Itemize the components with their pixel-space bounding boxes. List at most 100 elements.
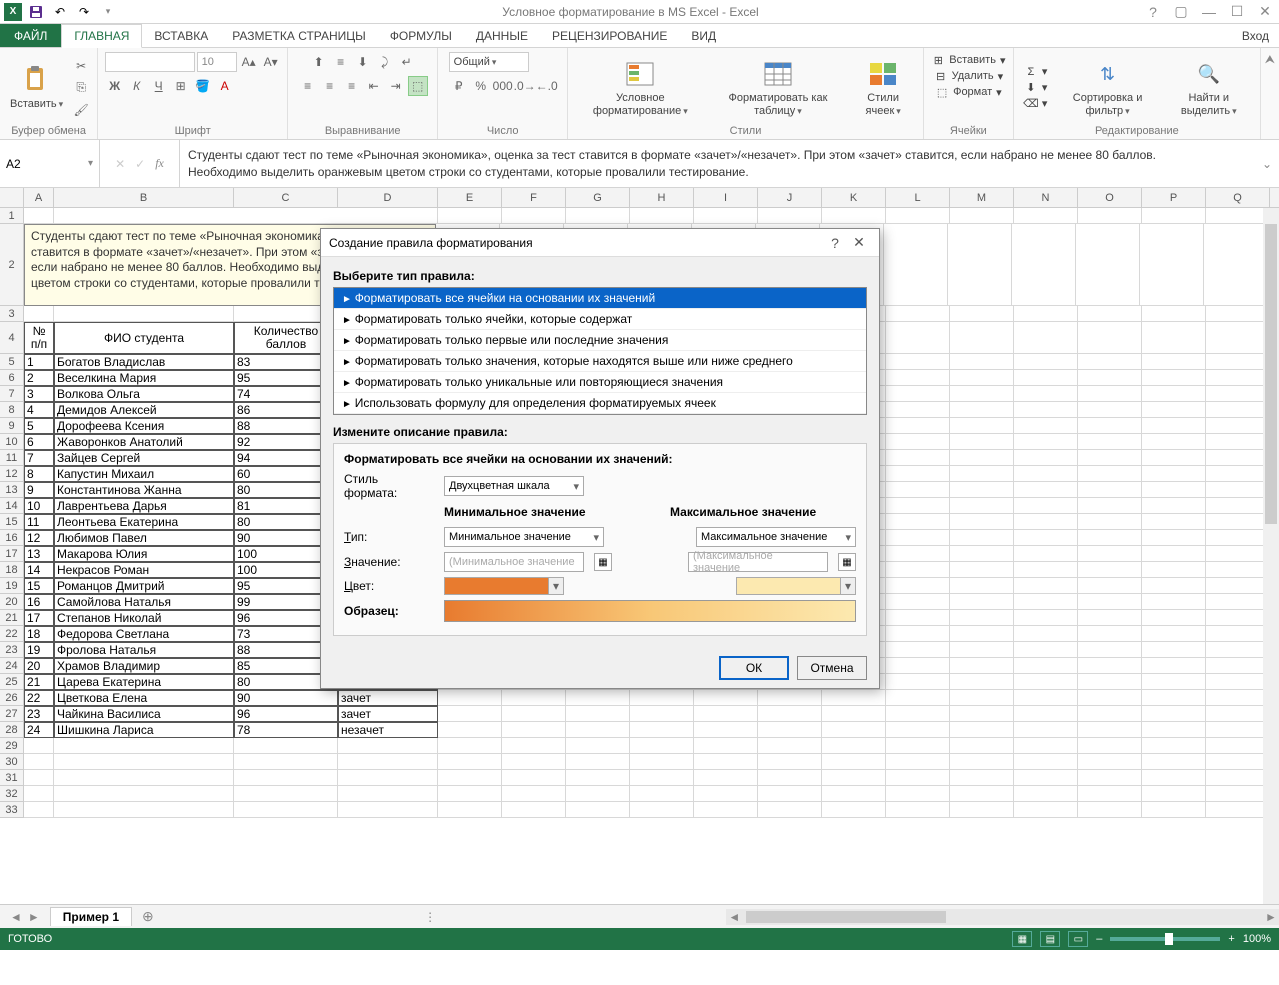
clear-button[interactable]: ⌫▾ [1020, 96, 1052, 112]
row-header[interactable]: 2 [0, 224, 24, 306]
row-header[interactable]: 31 [0, 770, 24, 786]
cell[interactable] [566, 722, 630, 738]
cell[interactable] [886, 754, 950, 770]
cell[interactable] [950, 322, 1014, 354]
cell[interactable] [822, 770, 886, 786]
cell[interactable] [886, 706, 950, 722]
cell[interactable]: Федорова Светлана [54, 626, 234, 642]
cell[interactable] [1078, 402, 1142, 418]
cell[interactable]: Демидов Алексей [54, 402, 234, 418]
cell[interactable] [1206, 530, 1270, 546]
cell[interactable]: незачет [338, 722, 438, 738]
cell[interactable] [886, 322, 950, 354]
decrease-font-icon[interactable]: A▾ [261, 52, 281, 72]
cell[interactable] [950, 498, 1014, 514]
view-page-layout-icon[interactable]: ▤ [1040, 931, 1060, 947]
cell[interactable] [1206, 690, 1270, 706]
cell[interactable] [1142, 402, 1206, 418]
cell[interactable] [1206, 770, 1270, 786]
cell[interactable] [54, 208, 438, 224]
cell[interactable] [1014, 658, 1078, 674]
cell[interactable] [1078, 738, 1142, 754]
cell[interactable] [1078, 514, 1142, 530]
select-all-corner[interactable] [0, 188, 24, 207]
cell[interactable] [886, 546, 950, 562]
cell[interactable]: 5 [24, 418, 54, 434]
max-color-picker[interactable] [736, 577, 856, 595]
cell[interactable] [54, 306, 234, 322]
row-header[interactable]: 1 [0, 208, 24, 224]
insert-cells-button[interactable]: ⊞Вставить ▾ [927, 52, 1009, 68]
col-header-H[interactable]: H [630, 188, 694, 207]
cell[interactable] [694, 786, 758, 802]
sign-in-link[interactable]: Вход [1232, 24, 1279, 47]
cell[interactable]: 4 [24, 402, 54, 418]
cell[interactable] [566, 770, 630, 786]
cell[interactable]: 19 [24, 642, 54, 658]
percent-icon[interactable]: % [471, 76, 491, 96]
rule-type-item[interactable]: Форматировать только первые или последни… [334, 330, 866, 351]
cell[interactable]: Царева Екатерина [54, 674, 234, 690]
cell[interactable] [1142, 658, 1206, 674]
cell[interactable] [886, 562, 950, 578]
tab-формулы[interactable]: ФОРМУЛЫ [378, 24, 464, 47]
row-header[interactable]: 14 [0, 498, 24, 514]
cell[interactable] [1206, 562, 1270, 578]
cell[interactable]: № п/п [24, 322, 54, 354]
cell[interactable]: 7 [24, 450, 54, 466]
cell[interactable] [1206, 738, 1270, 754]
cell[interactable] [886, 354, 950, 370]
cell[interactable] [886, 786, 950, 802]
cell[interactable] [1206, 450, 1270, 466]
align-bottom-icon[interactable]: ⬇ [353, 52, 373, 72]
cell[interactable]: 11 [24, 514, 54, 530]
cell[interactable] [24, 208, 54, 224]
row-header[interactable]: 19 [0, 578, 24, 594]
cell[interactable] [234, 786, 338, 802]
cell[interactable] [1142, 674, 1206, 690]
tab-рецензирование[interactable]: РЕЦЕНЗИРОВАНИЕ [540, 24, 679, 47]
cell[interactable] [886, 610, 950, 626]
cell[interactable]: Некрасов Роман [54, 562, 234, 578]
row-header[interactable]: 30 [0, 754, 24, 770]
cell[interactable] [54, 754, 234, 770]
cell[interactable] [1014, 354, 1078, 370]
format-style-combo[interactable]: Двухцветная шкала [444, 476, 584, 496]
cell[interactable] [1204, 224, 1268, 306]
cell[interactable] [950, 562, 1014, 578]
cell[interactable] [694, 754, 758, 770]
cell[interactable]: Константинова Жанна [54, 482, 234, 498]
cell[interactable] [24, 306, 54, 322]
min-value-input[interactable]: (Минимальное значение [444, 552, 584, 572]
cell[interactable] [54, 770, 234, 786]
cell[interactable] [1142, 386, 1206, 402]
cell[interactable] [1206, 706, 1270, 722]
cell[interactable] [1206, 418, 1270, 434]
cell[interactable] [1142, 322, 1206, 354]
cell[interactable] [950, 514, 1014, 530]
row-header[interactable]: 3 [0, 306, 24, 322]
cell[interactable] [694, 722, 758, 738]
cell[interactable] [24, 802, 54, 818]
cell[interactable] [438, 208, 502, 224]
cell[interactable] [886, 674, 950, 690]
cell[interactable] [1078, 370, 1142, 386]
cell[interactable] [1078, 354, 1142, 370]
cell[interactable] [1078, 626, 1142, 642]
cell[interactable] [950, 626, 1014, 642]
cell[interactable] [502, 738, 566, 754]
cell[interactable] [502, 706, 566, 722]
cell[interactable] [1142, 562, 1206, 578]
cell-styles-button[interactable]: Стили ячеек [849, 56, 916, 118]
cell[interactable]: Храмов Владимир [54, 658, 234, 674]
row-header[interactable]: 10 [0, 434, 24, 450]
cell[interactable] [438, 786, 502, 802]
cell[interactable] [438, 802, 502, 818]
cell[interactable] [630, 706, 694, 722]
col-header-G[interactable]: G [566, 188, 630, 207]
cell[interactable] [1014, 530, 1078, 546]
cell[interactable] [1078, 208, 1142, 224]
cell[interactable] [1206, 594, 1270, 610]
cell[interactable] [1142, 722, 1206, 738]
col-header-M[interactable]: M [950, 188, 1014, 207]
